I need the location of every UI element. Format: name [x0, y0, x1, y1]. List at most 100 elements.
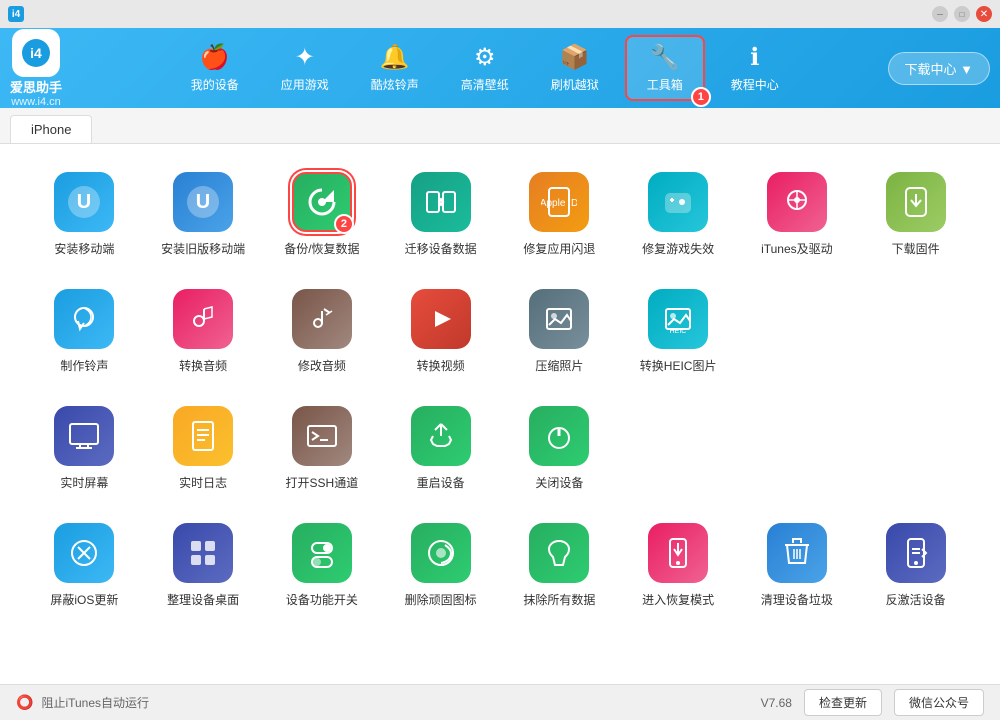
- tool-label-install-app: 安装移动端: [54, 240, 114, 257]
- tool-label-install-old: 安装旧版移动端: [161, 240, 245, 257]
- nav-label-wallpapers: 高清壁纸: [461, 76, 509, 93]
- tool-icon-fix-game: [648, 172, 708, 232]
- tool-item-make-ringtone[interactable]: 制作铃声: [30, 281, 139, 382]
- tool-label-erase-data: 抹除所有数据: [523, 591, 595, 608]
- nav-icon-toolbox: 🔧: [650, 43, 680, 72]
- window-icon: i4: [8, 6, 24, 22]
- tool-icon-organize-desktop: [173, 523, 233, 583]
- tool-icon-install-app: U: [54, 172, 114, 232]
- header: i4 爱思助手 www.i4.cn 🍎 我的设备 ✦应用游戏🔔酷炫铃声⚙高清壁纸 📦 刷…: [0, 28, 1000, 108]
- tool-item-backup-restore[interactable]: 2备份/恢复数据: [268, 164, 377, 265]
- tool-item-convert-audio[interactable]: 转换音频: [149, 281, 258, 382]
- tool-item-delete-icon[interactable]: 删除顽固图标: [386, 515, 495, 616]
- nav-item-tutorials[interactable]: ℹ教程中心: [715, 37, 795, 99]
- tool-item-download-fw[interactable]: 下载固件: [861, 164, 970, 265]
- tool-label-open-ssh: 打开SSH通道: [286, 474, 359, 491]
- tool-item-convert-video[interactable]: 转换视频: [386, 281, 495, 382]
- tool-icon-convert-heic: HEIC: [648, 289, 708, 349]
- tool-item-block-update[interactable]: 屏蔽iOS更新: [30, 515, 139, 616]
- tool-label-realtime-screen: 实时屏幕: [60, 474, 108, 491]
- tool-item-reboot-device[interactable]: 重启设备: [386, 398, 495, 499]
- tool-label-organize-desktop: 整理设备桌面: [167, 591, 239, 608]
- nav-item-toolbox[interactable]: 🔧工具箱1: [625, 35, 705, 101]
- logo-name: 爱思助手: [10, 77, 62, 96]
- tool-label-itunes-driver: iTunes及驱动: [761, 240, 833, 257]
- tool-label-clean-junk: 清理设备垃圾: [761, 591, 833, 608]
- nav-icon-tutorials: ℹ: [750, 43, 759, 72]
- tool-item-open-ssh[interactable]: 打开SSH通道: [268, 398, 377, 499]
- stop-itunes-icon: ⭕: [16, 694, 33, 711]
- maximize-button[interactable]: □: [954, 6, 970, 22]
- logo-url: www.i4.cn: [11, 96, 61, 108]
- tool-icon-make-ringtone: [54, 289, 114, 349]
- tool-label-delete-icon: 删除顽固图标: [405, 591, 477, 608]
- close-button[interactable]: ✕: [976, 6, 992, 22]
- logo: i4 爱思助手 www.i4.cn: [10, 29, 62, 108]
- nav-item-my-device[interactable]: 🍎 我的设备: [175, 37, 255, 99]
- step-badge-1: 1: [691, 87, 711, 107]
- nav-icon-jailbreak: 📦: [560, 43, 590, 72]
- tool-row-row4: 屏蔽iOS更新 整理设备桌面 设备功能开关 删除顽固图标 抹除所有数据 进入恢复…: [30, 515, 970, 616]
- iphone-tab[interactable]: iPhone: [10, 115, 92, 143]
- tool-label-shutdown-device: 关闭设备: [535, 474, 583, 491]
- tool-label-fix-game: 修复游戏失效: [642, 240, 714, 257]
- nav-label-my-device: 我的设备: [191, 76, 239, 93]
- tool-label-recovery-mode: 进入恢复模式: [642, 591, 714, 608]
- tool-label-migrate-data: 迁移设备数据: [405, 240, 477, 257]
- svg-text:HEIC: HEIC: [670, 328, 687, 335]
- tool-row-row2: 制作铃声 转换音频 修改音频 转换视频 压缩照片 HEIC 转换HEIC图片: [30, 281, 970, 382]
- nav-item-ringtones[interactable]: 🔔酷炫铃声: [355, 37, 435, 99]
- nav-icon-ringtones: 🔔: [380, 43, 410, 72]
- tool-label-edit-audio: 修改音频: [298, 357, 346, 374]
- svg-text:U: U: [77, 191, 91, 213]
- tool-label-convert-audio: 转换音频: [179, 357, 227, 374]
- tool-label-convert-heic: 转换HEIC图片: [640, 357, 717, 374]
- tool-item-fix-app-crash[interactable]: Apple ID 修复应用闪退: [505, 164, 614, 265]
- tool-icon-clean-junk: [767, 523, 827, 583]
- nav-label-toolbox: 工具箱: [647, 76, 683, 93]
- tool-row-row3: 实时屏幕 实时日志 打开SSH通道 重启设备 关闭设备: [30, 398, 970, 499]
- status-left: ⭕ 阻止iTunes自动运行: [16, 694, 149, 711]
- minimize-button[interactable]: ─: [932, 6, 948, 22]
- tool-label-compress-photo: 压缩照片: [535, 357, 583, 374]
- tool-item-convert-heic[interactable]: HEIC 转换HEIC图片: [624, 281, 733, 382]
- tool-icon-delete-icon: [411, 523, 471, 583]
- nav-label-jailbreak: 刷机越狱: [551, 76, 599, 93]
- tool-icon-itunes-driver: [767, 172, 827, 232]
- tool-item-itunes-driver[interactable]: iTunes及驱动: [743, 164, 852, 265]
- main-content: U 安装移动端 U安装旧版移动端 2备份/恢复数据 迁移设备数据 Apple ID …: [0, 144, 1000, 684]
- status-right: V7.68 检查更新 微信公众号: [761, 689, 984, 716]
- tool-item-install-old[interactable]: U安装旧版移动端: [149, 164, 258, 265]
- tool-icon-erase-data: [529, 523, 589, 583]
- nav-item-wallpapers[interactable]: ⚙高清壁纸: [445, 37, 525, 99]
- nav-icon-my-device: 🍎: [200, 43, 230, 72]
- title-bar: i4 ─ □ ✕: [0, 0, 1000, 28]
- tool-item-clean-junk[interactable]: 清理设备垃圾: [743, 515, 852, 616]
- step-badge-2: 2: [334, 214, 354, 234]
- tool-label-fix-app-crash: 修复应用闪退: [523, 240, 595, 257]
- tool-item-edit-audio[interactable]: 修改音频: [268, 281, 377, 382]
- tool-item-recovery-mode[interactable]: 进入恢复模式: [624, 515, 733, 616]
- download-center-button[interactable]: 下载中心 ▼: [888, 52, 990, 85]
- nav-item-apps-games[interactable]: ✦应用游戏: [265, 37, 345, 99]
- check-update-button[interactable]: 检查更新: [804, 689, 882, 716]
- tool-icon-download-fw: [886, 172, 946, 232]
- nav-item-jailbreak[interactable]: 📦 刷机越狱: [535, 37, 615, 99]
- tool-item-realtime-screen[interactable]: 实时屏幕: [30, 398, 139, 499]
- tool-item-erase-data[interactable]: 抹除所有数据: [505, 515, 614, 616]
- tool-icon-device-functions: [292, 523, 352, 583]
- tool-item-fix-game[interactable]: 修复游戏失效: [624, 164, 733, 265]
- svg-text:i4: i4: [30, 45, 42, 61]
- wechat-official-button[interactable]: 微信公众号: [894, 689, 984, 716]
- tool-item-install-app[interactable]: U 安装移动端: [30, 164, 139, 265]
- tool-item-device-functions[interactable]: 设备功能开关: [268, 515, 377, 616]
- tool-item-realtime-log[interactable]: 实时日志: [149, 398, 258, 499]
- tool-item-compress-photo[interactable]: 压缩照片: [505, 281, 614, 382]
- tool-icon-fix-app-crash: Apple ID: [529, 172, 589, 232]
- tool-item-organize-desktop[interactable]: 整理设备桌面: [149, 515, 258, 616]
- tool-item-shutdown-device[interactable]: 关闭设备: [505, 398, 614, 499]
- tool-item-migrate-data[interactable]: 迁移设备数据: [386, 164, 495, 265]
- stop-itunes-label[interactable]: 阻止iTunes自动运行: [41, 694, 149, 711]
- nav-icon-apps-games: ✦: [295, 43, 315, 72]
- tool-item-deactivate[interactable]: 反激活设备: [861, 515, 970, 616]
